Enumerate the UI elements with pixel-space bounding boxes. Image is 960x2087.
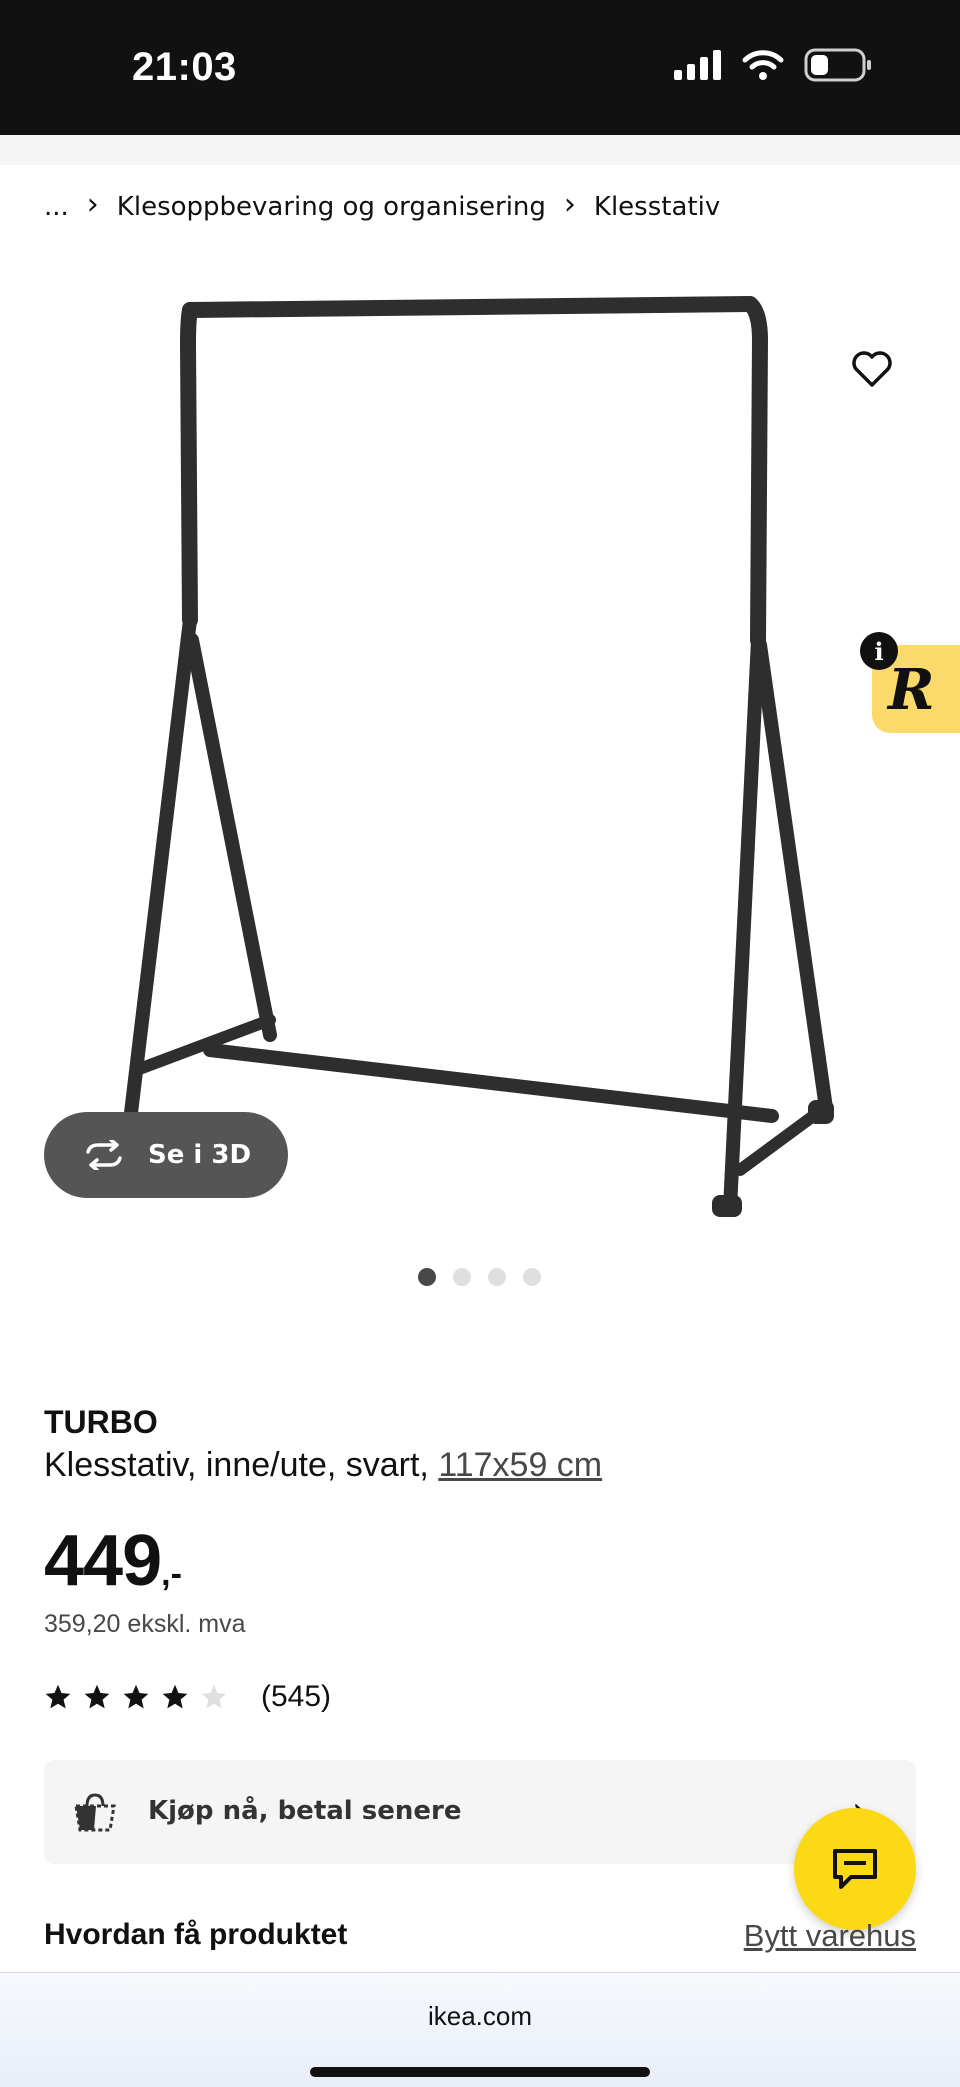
- signal-icon: [674, 50, 721, 80]
- price-suffix: ,-: [161, 1555, 182, 1593]
- favorite-button[interactable]: [848, 346, 896, 394]
- wifi-icon: [742, 50, 784, 80]
- chat-button[interactable]: [794, 1808, 916, 1930]
- see-in-3d-label: Se i 3D: [148, 1140, 252, 1170]
- breadcrumb: ... › Klesoppbevaring og organisering › …: [44, 187, 720, 223]
- breadcrumb-separator: ›: [563, 187, 576, 222]
- breadcrumb-item-clothes-storage[interactable]: Klesoppbevaring og organisering: [117, 192, 546, 222]
- breadcrumb-item-more[interactable]: ...: [44, 192, 69, 222]
- product-rating[interactable]: (545): [44, 1680, 331, 1714]
- status-icons: [674, 48, 872, 82]
- product-size-link[interactable]: 117x59 cm: [438, 1446, 602, 1484]
- url-text[interactable]: ikea.com: [0, 2001, 960, 2032]
- breadcrumb-item-clothes-rack[interactable]: Klesstativ: [594, 192, 720, 222]
- star-filled-icon: [162, 1684, 188, 1709]
- info-icon[interactable]: i: [860, 632, 898, 670]
- breadcrumb-separator: ›: [86, 187, 99, 222]
- product-description-text: Klesstativ, inne/ute, svart,: [44, 1446, 439, 1484]
- bnpl-label: Kjøp nå, betal senere: [148, 1796, 462, 1826]
- r-logo-icon: R: [888, 657, 935, 723]
- star-filled-icon: [84, 1684, 110, 1709]
- page-header-spacer: [0, 135, 960, 165]
- status-time: 21:03: [132, 45, 237, 89]
- product-name: TURBO: [44, 1404, 158, 1440]
- battery-icon: [804, 48, 871, 82]
- carousel-dot-active[interactable]: [418, 1268, 436, 1286]
- star-filled-icon: [45, 1684, 71, 1709]
- product-description: Klesstativ, inne/ute, svart, 117x59 cm: [44, 1446, 602, 1485]
- star-empty-icon: [201, 1684, 227, 1709]
- see-in-3d-button[interactable]: Se i 3D: [44, 1112, 288, 1198]
- change-store-link[interactable]: Bytt varehus: [744, 1918, 916, 1954]
- carousel-dot[interactable]: [453, 1268, 471, 1286]
- product-image[interactable]: [100, 290, 860, 1240]
- price-ex-vat: 359,20 ekskl. mva: [44, 1610, 246, 1638]
- buy-now-pay-later-card[interactable]: Kjøp nå, betal senere ›: [44, 1760, 916, 1864]
- review-count: (545): [261, 1680, 332, 1713]
- star-filled-icon: [123, 1684, 149, 1709]
- rotate-3d-icon: [86, 1140, 122, 1170]
- delivery-options-title: Hvordan få produktet: [44, 1918, 348, 1951]
- browser-address-bar[interactable]: ikea.com: [0, 1972, 960, 2087]
- carousel-dot[interactable]: [488, 1268, 506, 1286]
- product-price: 449 ,-: [44, 1520, 182, 1602]
- chat-bubble-icon: [833, 1849, 877, 1889]
- price-value: 449: [44, 1521, 162, 1601]
- home-indicator[interactable]: [310, 2067, 650, 2077]
- heart-icon: [852, 351, 892, 387]
- shopping-bag-dotted-icon: [74, 1793, 116, 1832]
- image-carousel-dots: [418, 1268, 541, 1286]
- status-bar: 21:03: [0, 0, 960, 135]
- carousel-dot[interactable]: [523, 1268, 541, 1286]
